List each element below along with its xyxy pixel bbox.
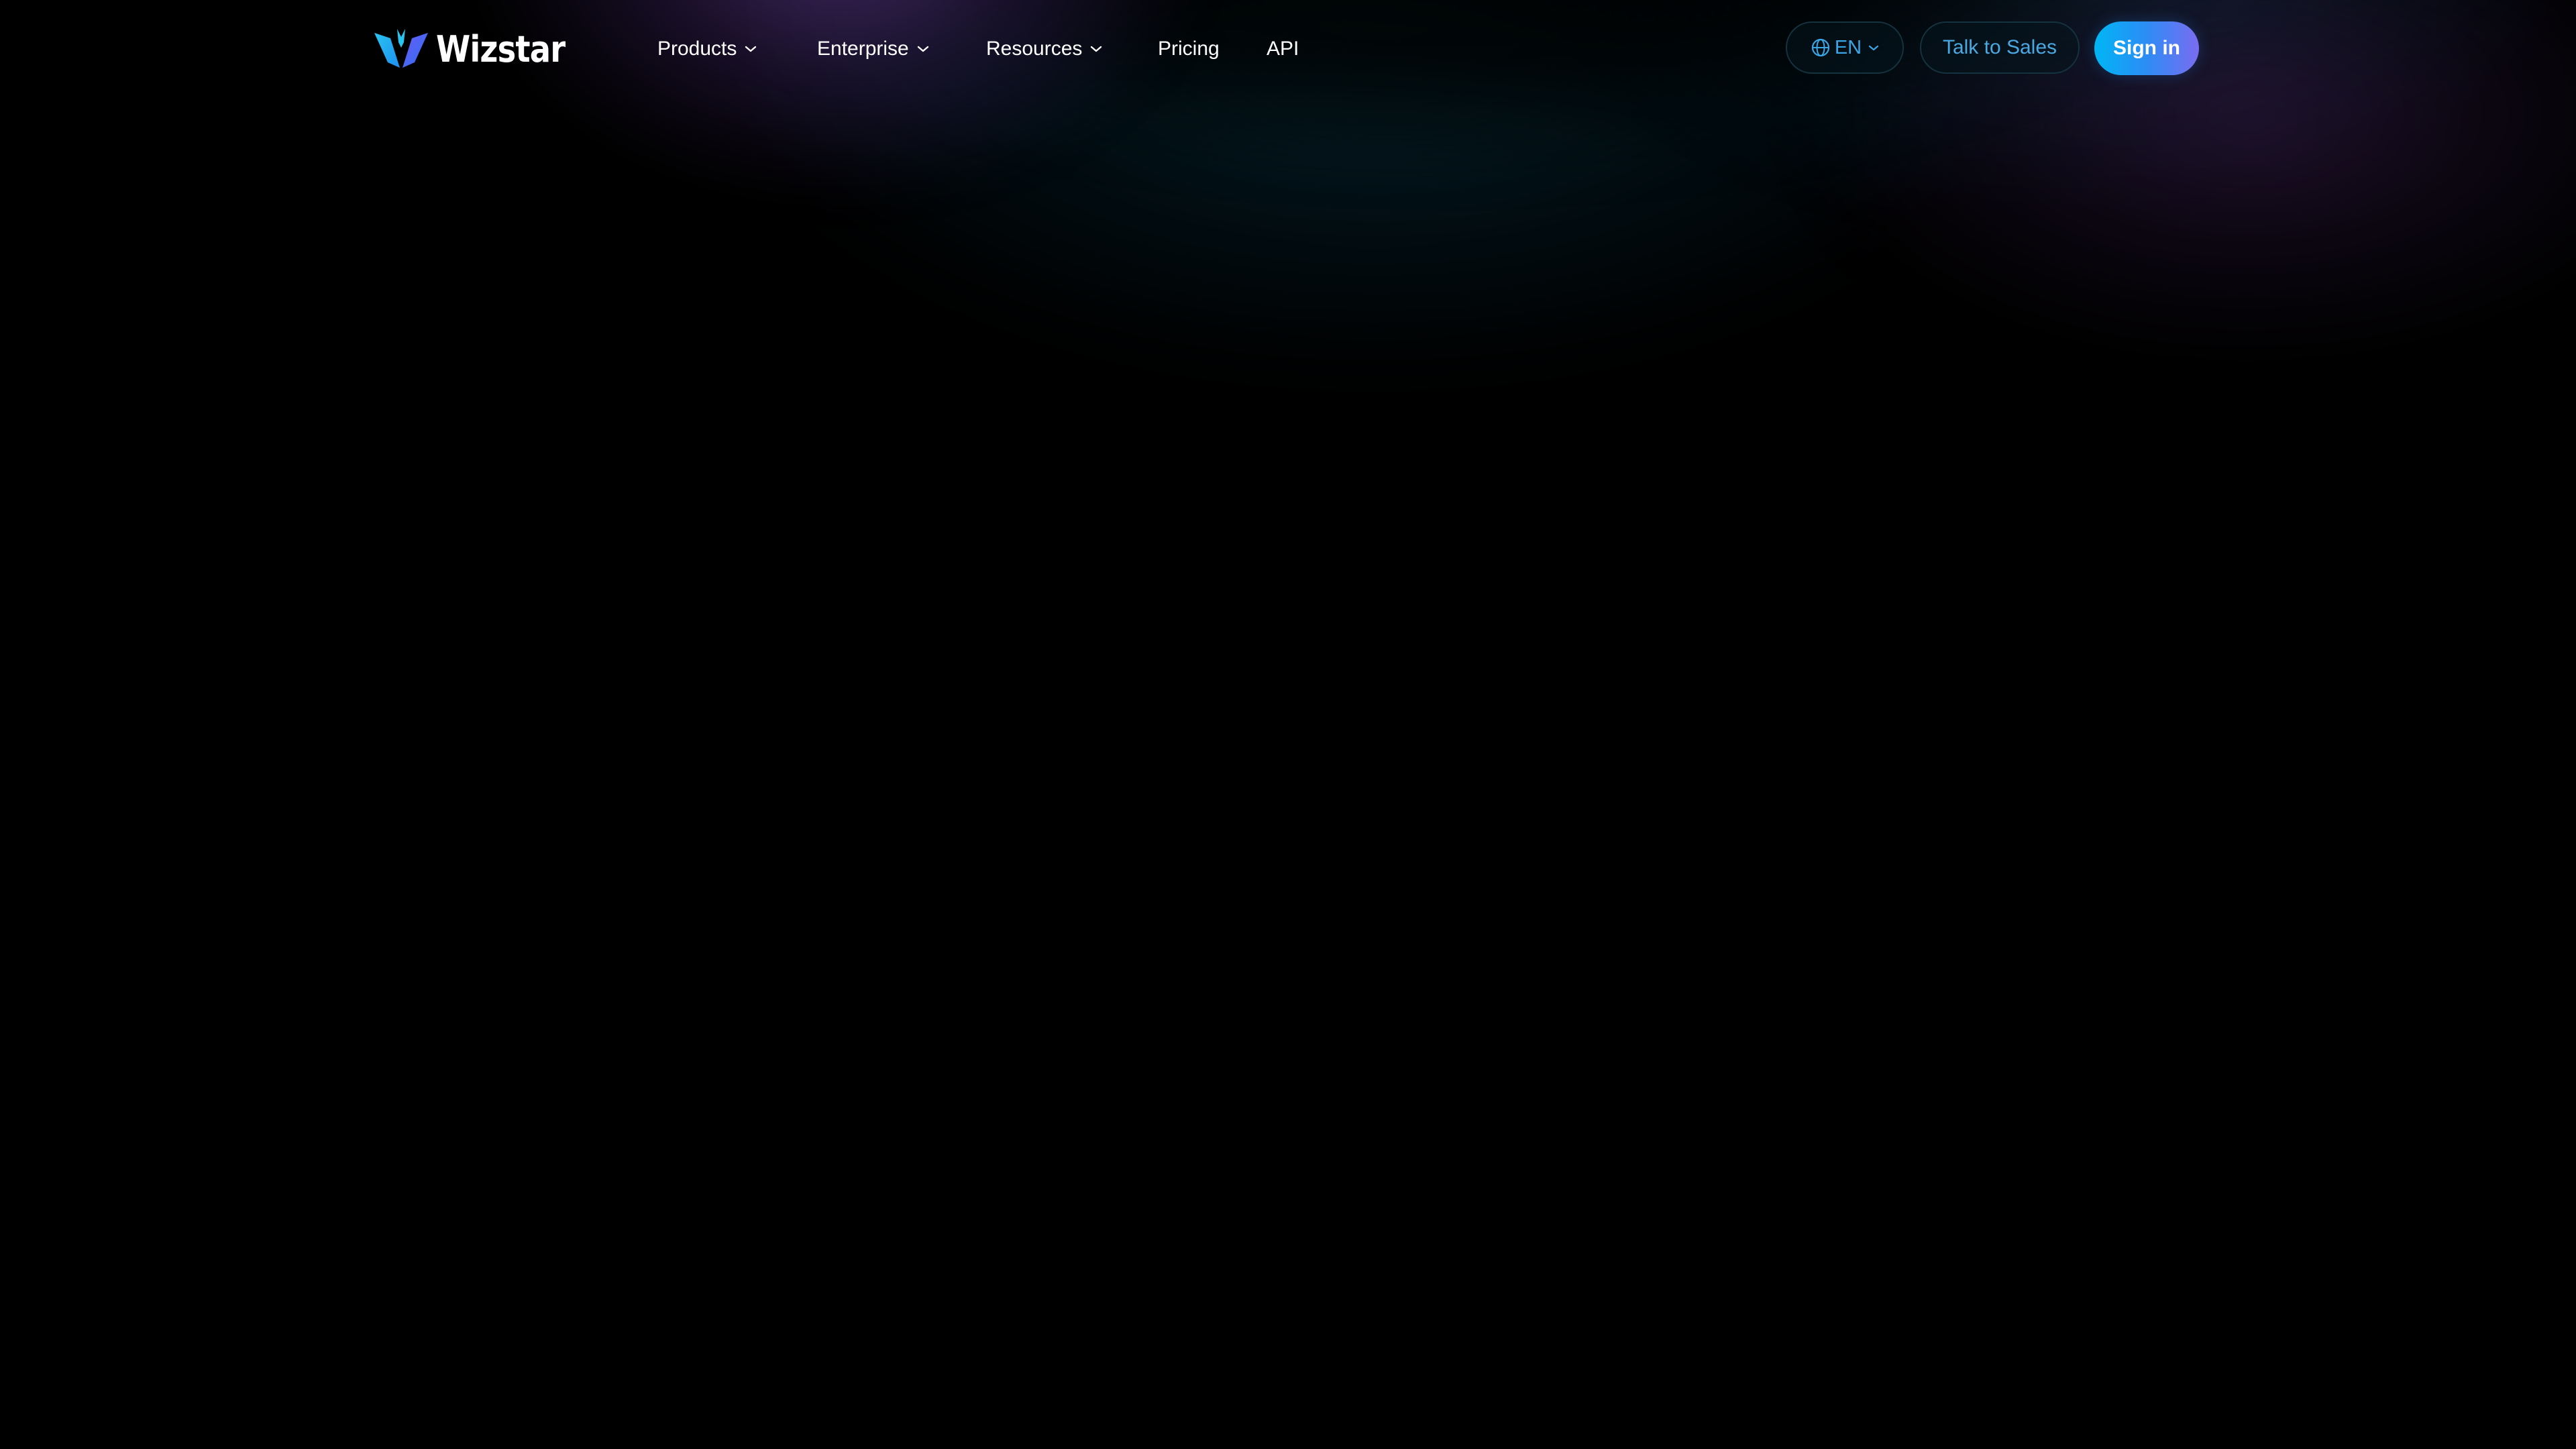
butterfly-logo-icon (374, 29, 428, 68)
talk-to-sales-button[interactable]: Talk to Sales (1920, 21, 2080, 74)
sign-in-button[interactable]: Sign in (2094, 21, 2199, 75)
nav-item-enterprise[interactable]: Enterprise (817, 31, 929, 67)
nav-item-label: Pricing (1158, 38, 1220, 60)
nav-item-label: Products (657, 38, 737, 60)
nav-item-label: Resources (986, 38, 1083, 60)
language-label: EN (1834, 36, 1862, 58)
brand-logo[interactable]: Wizstar (373, 27, 586, 71)
chevron-down-icon (1869, 45, 1879, 50)
nav-item-products[interactable]: Products (657, 31, 757, 67)
chevron-down-icon (745, 46, 757, 52)
nav-item-label: Enterprise (817, 38, 909, 60)
chevron-down-icon (1091, 46, 1102, 52)
nav-item-pricing[interactable]: Pricing (1158, 31, 1220, 67)
globe-icon (1811, 38, 1829, 57)
language-selector[interactable]: EN (1786, 21, 1904, 74)
chevron-down-icon (917, 46, 928, 52)
nav-item-api[interactable]: API (1267, 31, 1299, 67)
brand-name: Wizstar (436, 28, 566, 70)
page: Wizstar Products Enterprise Resources Pr… (0, 0, 2576, 1449)
site-header: Wizstar Products Enterprise Resources Pr… (0, 0, 2576, 98)
sign-in-label: Sign in (2113, 37, 2180, 59)
nav-item-label: API (1267, 38, 1299, 60)
talk-to-sales-label: Talk to Sales (1942, 36, 2057, 58)
nav-item-resources[interactable]: Resources (986, 31, 1102, 67)
